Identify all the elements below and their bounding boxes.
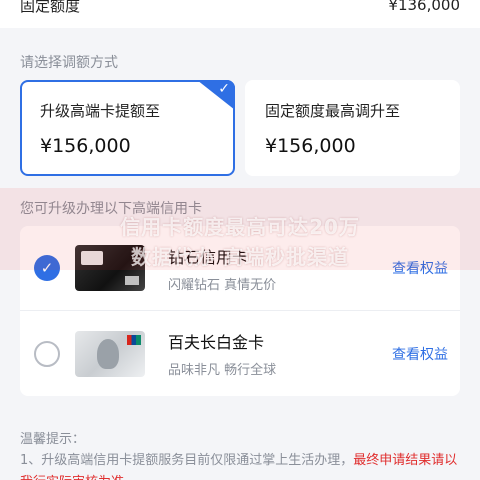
fixed-limit-value: ¥136,000 (388, 0, 460, 14)
option-upgrade-title: 升级高端卡提额至 (40, 102, 161, 120)
tips-line-1: 1、升级高端信用卡提额服务目前仅限通过掌上生活办理，最终申请结果请以我行实际审核… (20, 450, 460, 480)
selected-corner-badge: ✓ (197, 80, 235, 110)
tips-line-1-text: 1、升级高端信用卡提额服务目前仅限通过掌上生活办理， (20, 453, 354, 468)
option-upgrade-card[interactable]: 升级高端卡提额至 ¥156,000 ✓ (20, 80, 235, 176)
card-row-diamond[interactable]: ✓ 钻石信用卡 闪耀钻石 真情无价 查看权益 (20, 226, 460, 311)
card-desc-diamond: 闪耀钻石 真情无价 (168, 277, 277, 293)
centurion-card-image (75, 330, 145, 377)
option-upgrade-amount: ¥156,000 (40, 135, 131, 157)
radio-unchecked-icon[interactable] (34, 340, 60, 367)
adjust-method-title: 请选择调额方式 (20, 55, 118, 71)
card-name-centurion: 百夫长白金卡 (168, 333, 265, 352)
radio-checked-icon[interactable]: ✓ (34, 255, 60, 281)
card-desc-centurion: 品味非凡 畅行全球 (168, 363, 277, 378)
option-fixed-title: 固定额度最高调升至 (265, 102, 401, 120)
card-row-centurion[interactable]: 百夫长白金卡 品味非凡 畅行全球 查看权益 (20, 311, 460, 396)
card-name-diamond: 钻石信用卡 (168, 247, 249, 267)
card-list: ✓ 钻石信用卡 闪耀钻石 真情无价 查看权益 百夫长白金卡 品味非凡 畅行全球 … (20, 226, 460, 396)
diamond-card-image (75, 245, 145, 291)
fixed-limit-label: 固定额度 (20, 0, 81, 15)
tips-title: 温馨提示： (20, 432, 86, 447)
option-fixed-limit[interactable]: 固定额度最高调升至 ¥156,000 (245, 80, 460, 176)
check-icon: ✓ (218, 81, 230, 97)
cards-section-title: 您可升级办理以下高端信用卡 (20, 201, 202, 217)
fixed-limit-header: 固定额度 ¥136,000 (0, 0, 480, 28)
view-benefits-link-diamond[interactable]: 查看权益 (392, 258, 448, 278)
view-benefits-link-centurion[interactable]: 查看权益 (392, 344, 448, 364)
option-fixed-amount: ¥156,000 (265, 135, 356, 157)
